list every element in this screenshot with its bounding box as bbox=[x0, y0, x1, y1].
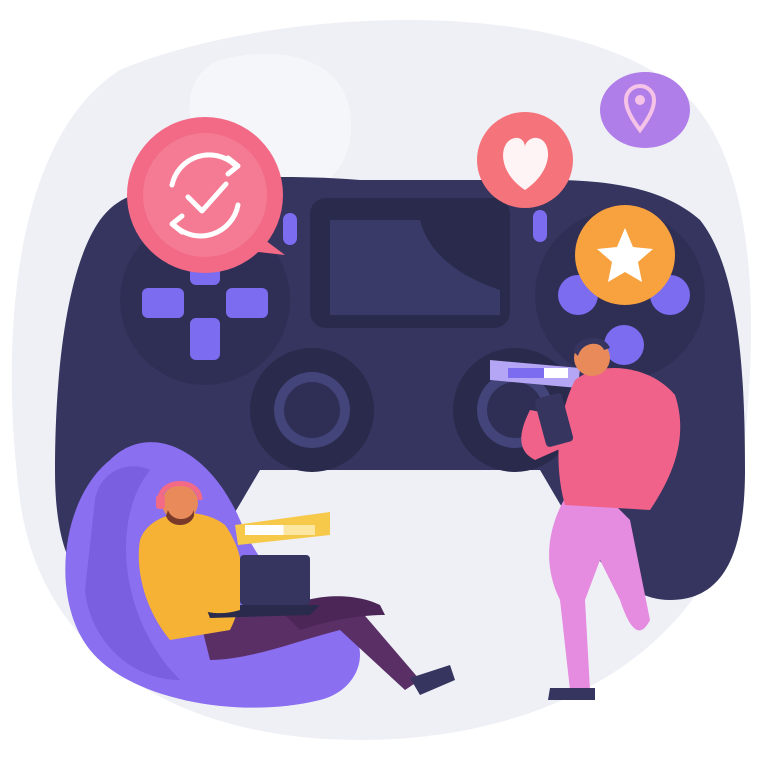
headphone-cup bbox=[156, 495, 165, 509]
standing-shoe bbox=[548, 688, 595, 700]
dpad-left bbox=[142, 288, 184, 318]
standing-progress-fill bbox=[508, 368, 544, 378]
location-pin-dot bbox=[635, 95, 645, 105]
action-button-bottom bbox=[604, 325, 644, 365]
star-bubble bbox=[575, 205, 675, 305]
dpad-down bbox=[190, 318, 220, 360]
seated-progress-fill bbox=[245, 525, 284, 535]
heart-bubble bbox=[477, 112, 573, 208]
dpad-right bbox=[226, 288, 268, 318]
illustration-svg bbox=[11, 20, 752, 740]
location-bubble-circle bbox=[600, 72, 690, 148]
seated-laptop-screen bbox=[240, 555, 310, 605]
check-bubble-highlight bbox=[143, 133, 267, 257]
location-bubble bbox=[600, 72, 690, 148]
left-stick-cap bbox=[284, 382, 340, 438]
options-pill bbox=[533, 210, 547, 242]
illustration-scene bbox=[0, 0, 761, 757]
share-pill bbox=[283, 213, 297, 245]
